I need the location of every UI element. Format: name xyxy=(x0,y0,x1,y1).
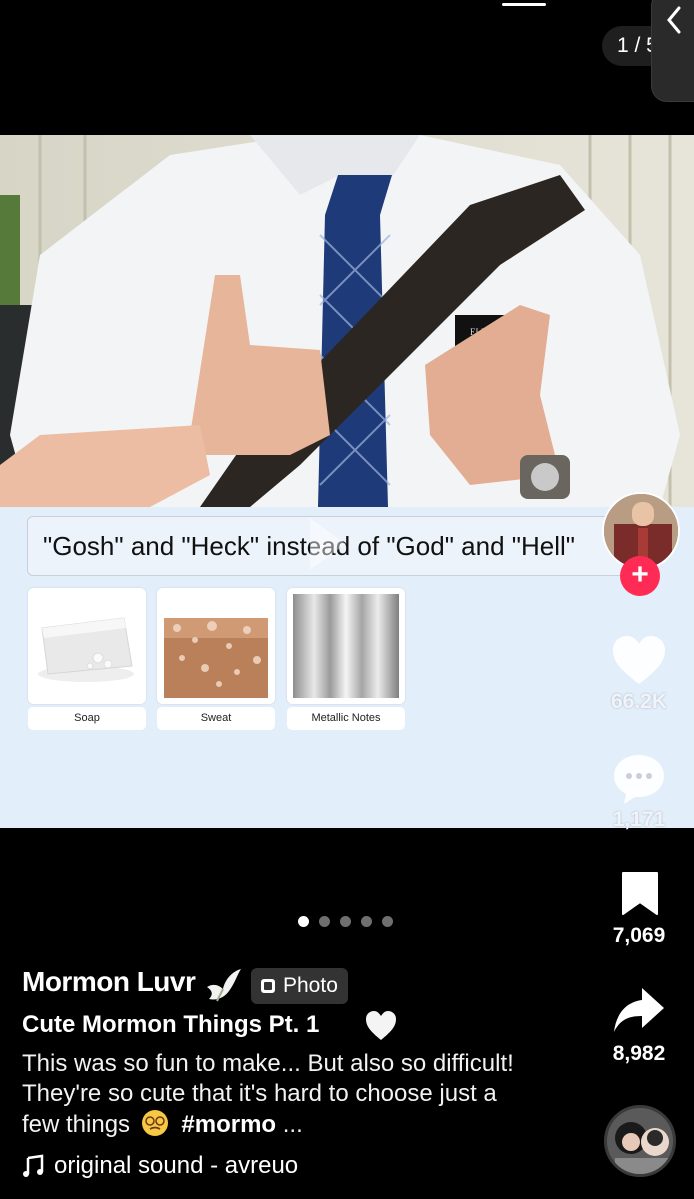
photo-badge-label: Photo xyxy=(283,974,338,997)
card-sweat[interactable] xyxy=(157,588,275,704)
top-handle[interactable] xyxy=(502,3,546,6)
post-photo[interactable]: ELDER WELL xyxy=(0,135,694,507)
carousel-dot[interactable] xyxy=(361,916,372,927)
carousel-dot[interactable] xyxy=(340,916,351,927)
carousel-indicator[interactable] xyxy=(298,916,393,928)
post-title: Cute Mormon Things Pt. 1 xyxy=(22,1011,320,1038)
play-icon xyxy=(310,518,346,570)
dove-emoji-icon xyxy=(207,969,241,1002)
share-count: 8,982 xyxy=(612,1042,666,1065)
photo-badge: Photo xyxy=(251,968,348,1004)
dizzy-face-emoji-icon xyxy=(141,1110,168,1136)
sweat-image xyxy=(157,588,275,704)
carousel-dot[interactable] xyxy=(298,916,309,927)
like-count: 66.2K xyxy=(610,690,668,713)
sound-avatar[interactable] xyxy=(604,1105,676,1177)
music-note-icon xyxy=(23,1154,44,1177)
photo-mode-icon xyxy=(261,979,275,993)
card-label-soap: Soap xyxy=(28,707,146,730)
comment-count: 1,171 xyxy=(612,808,666,831)
card-label-sweat: Sweat xyxy=(157,707,275,730)
author-name[interactable]: Mormon Luvr xyxy=(22,966,196,998)
like-heart-icon[interactable] xyxy=(611,634,667,686)
soap-image xyxy=(28,588,146,704)
carousel-dot[interactable] xyxy=(319,916,330,927)
metallic-image xyxy=(287,588,405,704)
post-description[interactable]: This was so fun to make... But also so d… xyxy=(22,1049,522,1140)
white-heart-emoji-icon xyxy=(366,1011,396,1040)
sound-name: original sound - avreuo xyxy=(54,1152,299,1179)
comment-icon[interactable] xyxy=(611,752,667,806)
carousel-dot[interactable] xyxy=(382,916,393,927)
save-count: 7,069 xyxy=(612,924,666,947)
share-icon[interactable] xyxy=(612,986,666,1036)
card-metallic-notes[interactable] xyxy=(287,588,405,704)
chevron-left-icon xyxy=(667,6,681,34)
hashtag-link[interactable]: #mormo xyxy=(181,1111,276,1138)
sound-row[interactable]: original sound - avreuo xyxy=(22,1152,298,1180)
follow-button[interactable]: + xyxy=(620,556,660,596)
card-soap[interactable] xyxy=(28,588,146,704)
more-ellipsis[interactable]: ... xyxy=(283,1111,303,1138)
card-label-metallic-notes: Metallic Notes xyxy=(287,707,405,730)
side-panel-tab[interactable] xyxy=(651,0,694,102)
bookmark-icon[interactable] xyxy=(620,870,660,916)
